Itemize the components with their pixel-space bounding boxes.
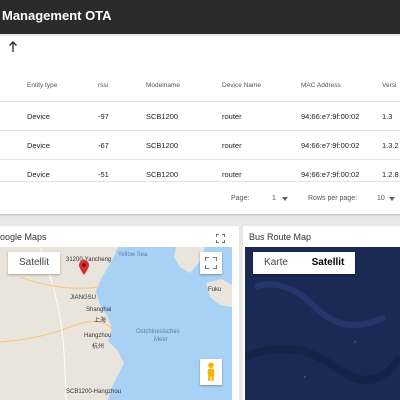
cell-version: 1.3 (382, 112, 393, 121)
column-header-version[interactable]: Versi (382, 82, 396, 96)
bus-route-title: Bus Route Map (249, 232, 312, 242)
chevron-down-icon[interactable] (389, 197, 395, 201)
cell-entity-type: Device (27, 112, 50, 121)
cell-mac-address: 94:66:e7:9f:00:02 (301, 141, 360, 150)
page-title: Management OTA (2, 8, 112, 23)
app-header: Management OTA (0, 0, 400, 34)
map-label-sea: Yellow Sea (118, 252, 148, 258)
cell-mac-address: 94:66:e7:9f:00:02 (301, 112, 360, 121)
fullscreen-icon[interactable] (200, 252, 222, 274)
arrow-up-icon[interactable] (8, 41, 18, 53)
satellite-button[interactable]: Satellit (8, 252, 60, 274)
map-label-city: Hangzhou (84, 333, 112, 339)
divider (0, 130, 400, 131)
cell-rssi: -97 (98, 112, 109, 121)
fullscreen-icon[interactable] (216, 234, 225, 243)
location-pin-icon[interactable] (79, 260, 89, 275)
map-button[interactable]: Karte (253, 252, 299, 274)
page-select[interactable]: 1 (272, 195, 276, 202)
map-label-region: JIANGSU (70, 295, 97, 301)
cell-device-name: router (222, 170, 242, 179)
column-header-modelname[interactable]: Modelname (146, 82, 180, 96)
map-label-marker: SCB1200-Hangzhou (66, 389, 122, 395)
cell-rssi: -51 (98, 170, 109, 179)
cell-device-name: router (222, 112, 242, 121)
rows-per-page-label: Rows per page: (308, 195, 358, 202)
divider (0, 181, 400, 182)
bus-route-map[interactable]: Karte Satellit (245, 247, 400, 400)
pegman-icon[interactable] (200, 359, 222, 385)
cell-entity-type: Device (27, 141, 50, 150)
cell-version: 1.2.8 (382, 170, 399, 179)
google-maps-title: oogle Maps (0, 232, 47, 242)
map-label-city: Fuku (208, 287, 222, 293)
map-label-sea: Meer (154, 337, 168, 343)
divider (0, 159, 400, 160)
column-header-mac-address[interactable]: MAC Address (301, 82, 341, 96)
column-header-entity-type[interactable]: Entity type (27, 82, 57, 96)
satellite-button[interactable]: Satellit (301, 252, 355, 274)
cell-version: 1.3.2 (382, 141, 399, 150)
cell-modelname: SCB1200 (146, 141, 179, 150)
column-header-device-name[interactable]: Device Name (222, 82, 261, 96)
cell-entity-type: Device (27, 170, 50, 179)
cell-device-name: router (222, 141, 242, 150)
cell-mac-address: 94:66:e7:9f:00:02 (301, 170, 360, 179)
divider (0, 101, 400, 102)
google-map[interactable]: 31200-Yancheng Yellow Sea JIANGSU Shangh… (0, 247, 232, 400)
cell-modelname: SCB1200 (146, 112, 179, 121)
page-label: Page: (231, 195, 250, 202)
cell-modelname: SCB1200 (146, 170, 179, 179)
cell-rssi: -67 (98, 141, 109, 150)
map-label-city: Shanghai (86, 307, 112, 313)
devices-table-card (0, 36, 400, 214)
rows-per-page-select[interactable]: 10 (377, 195, 385, 202)
map-label-sea: Ostchinesisches (136, 329, 180, 335)
chevron-down-icon[interactable] (282, 197, 288, 201)
map-label-city-cn: 上海 (94, 318, 107, 324)
column-header-rssi[interactable]: rssi (98, 82, 108, 96)
map-label-city-cn: 杭州 (92, 344, 105, 350)
